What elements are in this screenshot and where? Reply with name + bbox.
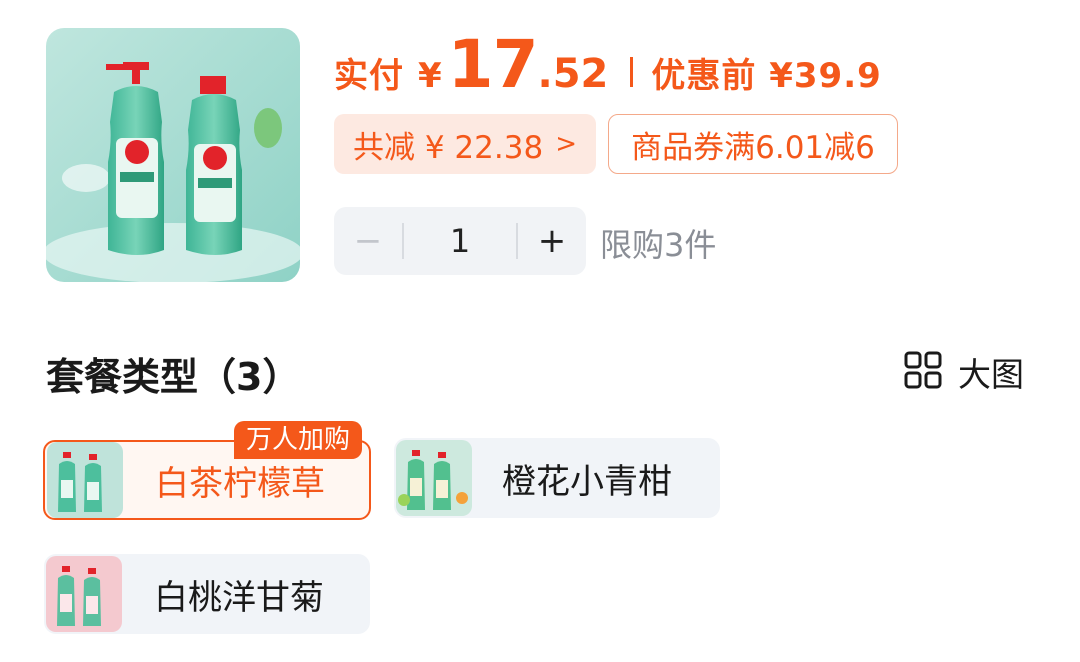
option-label: 白茶柠檬草 [155,463,325,504]
price-decimal: .52 [537,51,609,97]
quantity-value[interactable]: 1 [404,222,516,260]
coupon-label: 商品券满6.01减6 [631,129,875,166]
big-view-label: 大图 [958,355,1024,394]
paid-label: 实付 [334,56,404,96]
increment-button[interactable]: + [518,207,586,275]
price-divider [630,57,634,87]
original-price: 优惠前 ¥39.9 [651,56,882,96]
option-thumbnail [396,440,472,516]
option-thumbnail [46,556,122,632]
package-option-orange-blossom[interactable]: 橙花小青柑 [394,438,720,518]
total-discount-chip[interactable]: 共减 ¥ 22.38 > [334,114,596,174]
popular-badge: 万人加购 [234,421,363,459]
product-image [46,28,300,282]
currency-symbol: ¥ [418,56,442,96]
grid-icon [904,351,942,393]
purchase-limit: 限购3件 [600,226,717,264]
chevron-right-icon: > [555,129,577,159]
price-integer: 17 [447,26,539,103]
option-label: 橙花小青柑 [502,461,672,502]
decrement-button[interactable]: − [334,207,402,275]
big-view-toggle[interactable]: 大图 [904,350,1024,394]
option-thumbnail [47,442,123,518]
total-discount-label: 共减 ¥ 22.38 [353,129,544,166]
price-row: 实付 ¥ 17 .52 优惠前 ¥39.9 [334,26,882,106]
coupon-chip[interactable]: 商品券满6.01减6 [608,114,898,174]
option-label: 白桃洋甘菊 [154,577,324,618]
package-type-title: 套餐类型（3） [46,355,301,399]
package-option-peach-chamomile[interactable]: 白桃洋甘菊 [44,554,370,634]
quantity-stepper: − 1 + [334,207,586,275]
product-sku-panel: 实付 ¥ 17 .52 优惠前 ¥39.9 共减 ¥ 22.38 > 商品券满6… [0,0,1080,662]
